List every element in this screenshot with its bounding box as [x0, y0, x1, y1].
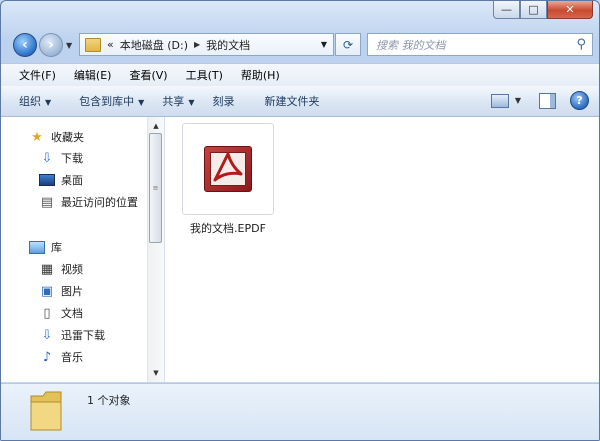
download-folder-icon: ⇩ — [41, 150, 53, 166]
nav-item-label: 视频 — [61, 263, 83, 276]
pictures-icon: ▣ — [40, 283, 54, 299]
navigation-bar: ‹ › ▼ « 本地磁盘 (D:) ▶ 我的文档 ▼ ⟳ 搜索 我的文档 ⚲ — [9, 31, 593, 59]
help-icon[interactable]: ? — [570, 91, 589, 110]
menu-edit[interactable]: 编辑(E) — [74, 67, 112, 83]
search-icon[interactable]: ⚲ — [576, 37, 586, 52]
breadcrumb-chevron-icon[interactable]: ▶ — [194, 40, 200, 49]
nav-item-label: 桌面 — [61, 174, 83, 187]
thunder-download-icon: ⇩ — [41, 327, 53, 343]
change-view-icon[interactable] — [490, 93, 509, 108]
nav-item-label: 文档 — [61, 307, 83, 320]
explorer-window: — □ ✕ ‹ › ▼ « 本地磁盘 (D:) ▶ 我的文档 ▼ ⟳ 搜索 我的… — [0, 0, 600, 441]
scroll-down-icon[interactable]: ▼ — [148, 366, 164, 380]
window-controls: — □ ✕ — [493, 1, 593, 19]
address-bar[interactable]: « 本地磁盘 (D:) ▶ 我的文档 ▼ — [79, 33, 334, 56]
search-input[interactable]: 搜索 我的文档 ⚲ — [367, 33, 593, 56]
breadcrumb-drive[interactable]: 本地磁盘 (D:) — [120, 37, 188, 53]
search-placeholder: 搜索 我的文档 — [376, 38, 446, 52]
back-button[interactable]: ‹ — [13, 33, 37, 57]
file-thumbnail[interactable] — [182, 123, 274, 215]
chevron-down-icon: ▼ — [138, 98, 145, 107]
include-in-library-button[interactable]: 包含到库中 ▼ — [79, 93, 144, 109]
nav-favorites-label: 收藏夹 — [51, 131, 84, 144]
item-count: 1 个对象 — [87, 394, 131, 407]
details-pane: 1 个对象 — [1, 383, 599, 440]
new-folder-button[interactable]: 新建文件夹 — [264, 93, 319, 109]
music-icon: ♪ — [42, 349, 52, 365]
menu-help[interactable]: 帮助(H) — [241, 67, 280, 83]
recent-places-icon: ▤ — [40, 194, 54, 210]
share-label: 共享 — [162, 95, 185, 108]
nav-item-desktop[interactable]: 桌面 — [39, 170, 83, 190]
nav-item-label: 下载 — [61, 152, 83, 165]
nav-item-recent-places[interactable]: ▤ 最近访问的位置 — [39, 192, 138, 212]
nav-item-label: 最近访问的位置 — [61, 196, 138, 209]
organize-button[interactable]: 组织 ▼ — [19, 93, 51, 109]
view-options-dropdown-icon[interactable]: ▼ — [515, 96, 521, 105]
folder-icon — [29, 390, 63, 432]
organize-label: 组织 — [19, 95, 41, 108]
file-item[interactable]: 我的文档.EPDF — [182, 123, 274, 235]
refresh-icon: ⟳ — [342, 37, 354, 52]
nav-libraries[interactable]: 库 — [29, 237, 62, 257]
navigation-pane: ★ 收藏夹 ⇩ 下载 桌面 ▤ 最近访问的位置 库 ▦ 视频 ▣ 图片 ▯ 文档… — [1, 117, 165, 382]
scroll-thumb[interactable]: ≡ — [149, 133, 162, 243]
nav-item-label: 音乐 — [61, 351, 83, 364]
nav-item-label: 图片 — [61, 285, 83, 298]
chevron-down-icon: ▼ — [188, 98, 195, 107]
recent-pages-dropdown[interactable]: ▼ — [66, 41, 72, 50]
back-arrow-icon: ‹ — [22, 37, 28, 53]
forward-button[interactable]: › — [39, 33, 63, 57]
menu-bar: 文件(F) 编辑(E) 查看(V) 工具(T) 帮助(H) — [1, 63, 599, 87]
file-list: 我的文档.EPDF — [165, 117, 599, 382]
address-overflow[interactable]: « — [107, 38, 114, 51]
include-in-library-label: 包含到库中 — [79, 95, 135, 108]
nav-item-videos[interactable]: ▦ 视频 — [39, 259, 83, 279]
file-name[interactable]: 我的文档.EPDF — [176, 220, 280, 236]
nav-item-label: 迅雷下载 — [61, 329, 105, 342]
nav-libraries-label: 库 — [51, 241, 62, 254]
nav-item-thunder-download[interactable]: ⇩ 迅雷下载 — [39, 325, 105, 345]
refresh-button[interactable]: ⟳ — [335, 33, 361, 56]
documents-icon: ▯ — [43, 305, 51, 321]
library-folder-icon — [29, 239, 45, 255]
menu-file[interactable]: 文件(F) — [19, 67, 56, 83]
address-dropdown-icon[interactable]: ▼ — [321, 40, 327, 49]
breadcrumb-folder[interactable]: 我的文档 — [206, 37, 250, 53]
close-button[interactable]: ✕ — [547, 1, 593, 19]
menu-view[interactable]: 查看(V) — [129, 67, 167, 83]
scroll-up-icon[interactable]: ▲ — [148, 119, 164, 133]
videos-icon: ▦ — [40, 261, 54, 277]
nav-favorites[interactable]: ★ 收藏夹 — [29, 127, 84, 147]
nav-item-download[interactable]: ⇩ 下载 — [39, 148, 83, 168]
menu-tools[interactable]: 工具(T) — [186, 67, 223, 83]
nav-item-pictures[interactable]: ▣ 图片 — [39, 281, 83, 301]
maximize-button[interactable]: □ — [520, 1, 547, 19]
pdf-file-icon — [204, 146, 252, 192]
share-button[interactable]: 共享 ▼ — [162, 93, 194, 109]
minimize-button[interactable]: — — [493, 1, 520, 19]
chevron-down-icon: ▼ — [45, 98, 52, 107]
command-bar: 组织 ▼ 包含到库中 ▼ 共享 ▼ 刻录 新建文件夹 ▼ ? — [1, 86, 599, 117]
folder-icon — [85, 37, 101, 52]
star-icon: ★ — [31, 129, 43, 145]
forward-arrow-icon: › — [48, 37, 54, 53]
preview-pane-icon[interactable] — [539, 92, 556, 109]
desktop-icon — [39, 172, 55, 188]
burn-button[interactable]: 刻录 — [212, 93, 234, 109]
navpane-scrollbar[interactable]: ▲ ≡ ▼ — [147, 117, 164, 382]
nav-item-music[interactable]: ♪ 音乐 — [39, 347, 83, 367]
nav-item-documents[interactable]: ▯ 文档 — [39, 303, 83, 323]
